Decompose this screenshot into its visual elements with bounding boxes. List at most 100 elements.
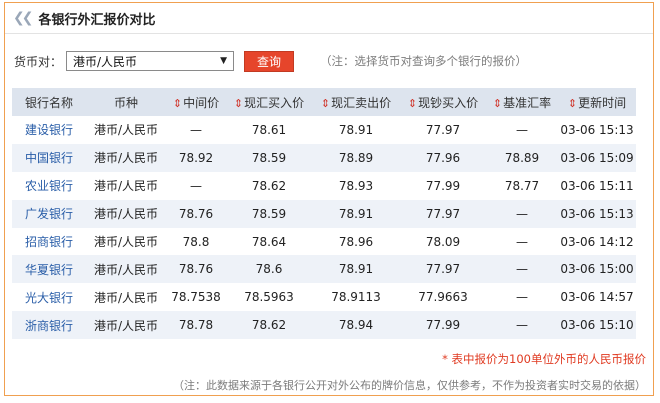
column-header-cash-buy[interactable]: ⇕现钞买入价: [400, 88, 486, 116]
table-row: 农业银行 港币/人民币 — 78.62 78.93 77.99 78.77 03…: [12, 171, 636, 200]
column-header-update-time[interactable]: ⇕更新时间: [558, 88, 636, 116]
sort-icon: ⇕: [492, 96, 503, 110]
panel-title: 各银行外汇报价对比: [38, 12, 156, 28]
bank-name-link[interactable]: 华夏银行: [12, 255, 86, 284]
spot-sell-cell: 78.91: [312, 199, 400, 228]
table-row: 招商银行 港币/人民币 78.8 78.64 78.96 78.09 — 03-…: [12, 227, 636, 256]
table-row: 华夏银行 港币/人民币 78.76 78.6 78.91 77.97 — 03-…: [12, 255, 636, 284]
cash-buy-cell: 77.99: [400, 311, 486, 340]
spot-sell-cell: 78.93: [312, 171, 400, 200]
cash-buy-cell: 77.97: [400, 255, 486, 284]
mid-price-cell: —: [166, 171, 226, 200]
update-time-cell: 03-06 15:11: [558, 171, 636, 200]
bank-name-link[interactable]: 广发银行: [12, 199, 86, 228]
table-row: 中国银行 港币/人民币 78.92 78.59 78.89 77.96 78.8…: [12, 143, 636, 172]
data-source-disclaimer: （注：此数据来源于各银行公开对外公布的牌价信息，仅供参考，不作为投资者实时交易的…: [173, 379, 646, 392]
update-time-cell: 03-06 14:57: [558, 283, 636, 312]
column-header-mid-price[interactable]: ⇕中间价: [166, 88, 226, 116]
double-chevron-left-icon: ❮❮: [13, 10, 34, 26]
cash-buy-cell: 77.96: [400, 143, 486, 172]
currency-pair-label: 货币对：: [14, 54, 63, 69]
column-header-spot-sell[interactable]: ⇕现汇卖出价: [312, 88, 400, 116]
update-time-cell: 03-06 15:13: [558, 116, 636, 144]
spot-buy-cell: 78.61: [226, 116, 312, 144]
cash-buy-cell: 78.09: [400, 227, 486, 256]
currency-pair-cell: 港币/人民币: [86, 255, 166, 284]
bank-name-link[interactable]: 浙商银行: [12, 311, 86, 340]
rates-table: 银行名称 币种 ⇕中间价 ⇕现汇买入价 ⇕现汇卖出价 ⇕现钞买入价 ⇕基准汇率 …: [12, 88, 636, 340]
base-rate-cell: —: [486, 311, 558, 340]
column-header-bank: 银行名称: [12, 88, 86, 116]
mid-price-cell: 78.78: [166, 311, 226, 340]
cash-buy-cell: 77.97: [400, 199, 486, 228]
update-time-cell: 03-06 15:00: [558, 255, 636, 284]
currency-pair-cell: 港币/人民币: [86, 171, 166, 200]
spot-buy-cell: 78.62: [226, 171, 312, 200]
currency-pair-cell: 港币/人民币: [86, 311, 166, 340]
table-row: 建设银行 港币/人民币 — 78.61 78.91 77.97 — 03-06 …: [12, 116, 636, 144]
spot-buy-cell: 78.59: [226, 143, 312, 172]
currency-pair-cell: 港币/人民币: [86, 227, 166, 256]
bank-name-link[interactable]: 光大银行: [12, 283, 86, 312]
mid-price-cell: 78.8: [166, 227, 226, 256]
cash-buy-cell: 77.99: [400, 171, 486, 200]
base-rate-cell: —: [486, 199, 558, 228]
spot-sell-cell: 78.91: [312, 255, 400, 284]
column-header-base-rate[interactable]: ⇕基准汇率: [486, 88, 558, 116]
currency-pair-cell: 港币/人民币: [86, 199, 166, 228]
bank-name-link[interactable]: 招商银行: [12, 227, 86, 256]
cash-buy-cell: 77.97: [400, 116, 486, 144]
table-header-row: 银行名称 币种 ⇕中间价 ⇕现汇买入价 ⇕现汇卖出价 ⇕现钞买入价 ⇕基准汇率 …: [12, 88, 636, 116]
base-rate-cell: —: [486, 116, 558, 144]
spot-sell-cell: 78.9113: [312, 283, 400, 312]
currency-pair-select[interactable]: 港币/人民币 ▼: [66, 51, 235, 71]
currency-pair-cell: 港币/人民币: [86, 283, 166, 312]
spot-buy-cell: 78.64: [226, 227, 312, 256]
query-note: （注：选择货币对查询多个银行的报价）: [320, 54, 528, 68]
spot-buy-cell: 78.62: [226, 311, 312, 340]
base-rate-cell: —: [486, 283, 558, 312]
mid-price-cell: 78.92: [166, 143, 226, 172]
column-header-spot-buy[interactable]: ⇕现汇买入价: [226, 88, 312, 116]
base-rate-cell: 78.77: [486, 171, 558, 200]
spot-buy-cell: 78.5963: [226, 283, 312, 312]
update-time-cell: 03-06 15:10: [558, 311, 636, 340]
sort-icon: ⇕: [172, 96, 183, 110]
spot-buy-cell: 78.59: [226, 199, 312, 228]
spot-buy-cell: 78.6: [226, 255, 312, 284]
sort-icon: ⇕: [567, 96, 578, 110]
sort-icon: ⇕: [233, 96, 244, 110]
spot-sell-cell: 78.89: [312, 143, 400, 172]
price-unit-footnote: * 表中报价为100单位外币的人民币报价: [442, 352, 646, 366]
sort-icon: ⇕: [320, 96, 331, 110]
mid-price-cell: 78.76: [166, 255, 226, 284]
spot-sell-cell: 78.94: [312, 311, 400, 340]
table-row: 广发银行 港币/人民币 78.76 78.59 78.91 77.97 — 03…: [12, 199, 636, 228]
base-rate-cell: 78.89: [486, 143, 558, 172]
mid-price-cell: —: [166, 116, 226, 144]
spot-sell-cell: 78.91: [312, 116, 400, 144]
sort-icon: ⇕: [407, 96, 418, 110]
query-controls: 货币对： 港币/人民币 ▼ 查询 （注：选择货币对查询多个银行的报价）: [14, 50, 527, 72]
bank-name-link[interactable]: 农业银行: [12, 171, 86, 200]
currency-pair-cell: 港币/人民币: [86, 116, 166, 144]
currency-pair-value: 港币/人民币: [73, 54, 138, 69]
currency-pair-cell: 港币/人民币: [86, 143, 166, 172]
table-row: 浙商银行 港币/人民币 78.78 78.62 78.94 77.99 — 03…: [12, 311, 636, 340]
column-header-currency: 币种: [86, 88, 166, 116]
spot-sell-cell: 78.96: [312, 227, 400, 256]
base-rate-cell: —: [486, 227, 558, 256]
update-time-cell: 03-06 15:09: [558, 143, 636, 172]
panel-header: ❮❮ 各银行外汇报价对比: [5, 3, 653, 34]
cash-buy-cell: 77.9663: [400, 283, 486, 312]
mid-price-cell: 78.7538: [166, 283, 226, 312]
update-time-cell: 03-06 14:12: [558, 227, 636, 256]
query-button[interactable]: 查询: [244, 50, 295, 72]
update-time-cell: 03-06 15:13: [558, 199, 636, 228]
bank-name-link[interactable]: 建设银行: [12, 116, 86, 144]
table-row: 光大银行 港币/人民币 78.7538 78.5963 78.9113 77.9…: [12, 283, 636, 312]
dropdown-arrow-icon: ▼: [220, 56, 228, 66]
mid-price-cell: 78.76: [166, 199, 226, 228]
bank-name-link[interactable]: 中国银行: [12, 143, 86, 172]
base-rate-cell: —: [486, 255, 558, 284]
